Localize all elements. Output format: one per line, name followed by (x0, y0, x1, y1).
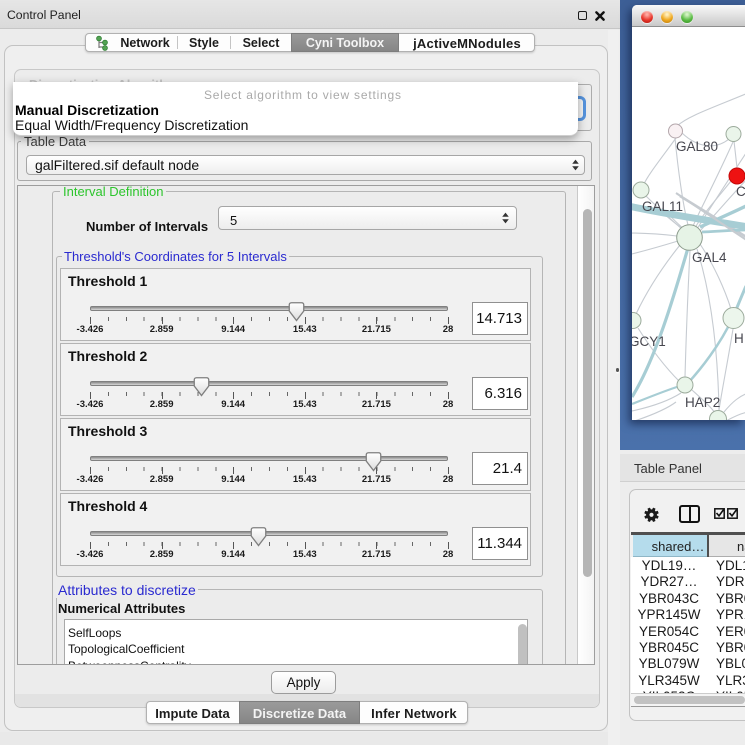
svg-text:H: H (734, 331, 744, 346)
svg-text:HAP2: HAP2 (685, 395, 720, 410)
svg-text:GAL80: GAL80 (676, 139, 718, 154)
svg-text:GAL4: GAL4 (692, 250, 727, 265)
svg-text:C: C (736, 184, 745, 199)
svg-text:GAL11: GAL11 (642, 199, 683, 214)
svg-text:GCY1: GCY1 (632, 334, 666, 349)
